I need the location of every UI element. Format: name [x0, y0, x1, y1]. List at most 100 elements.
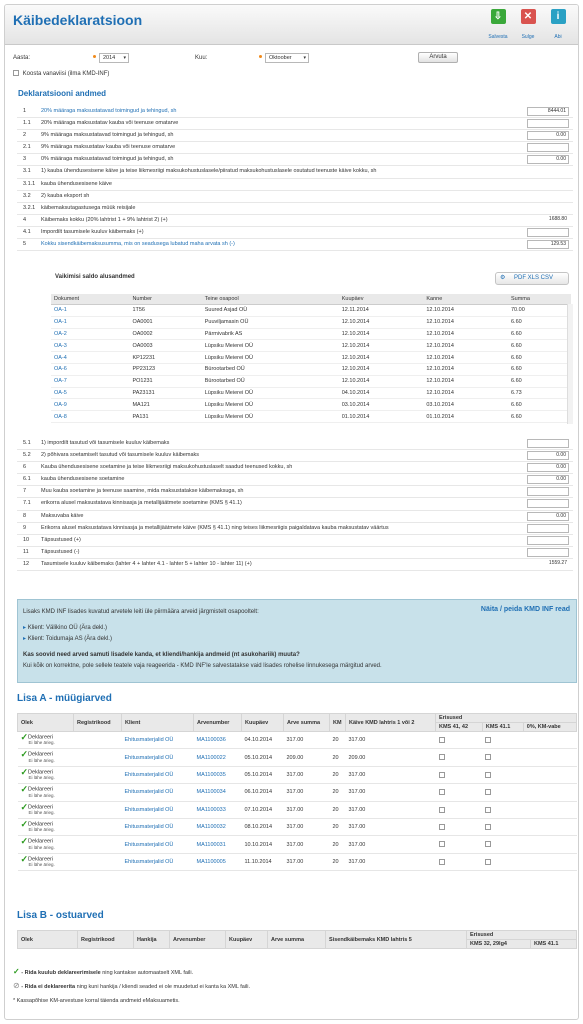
checkbox[interactable] — [485, 841, 492, 848]
client-link[interactable]: Ehitusmaterjalid OÜ — [121, 818, 194, 837]
row-value-field[interactable]: 0.00 — [527, 463, 569, 473]
table-row[interactable]: ✓Deklareeri Ei lähe ärieg. Ehitusmaterjali… — [17, 835, 577, 854]
document-link[interactable]: OA-8 — [51, 410, 130, 423]
col-header[interactable]: Summa — [508, 294, 571, 305]
table-row[interactable]: OA-9 MA121 Lüpsiku Meierei OÜ 03.10.2014 03.… — [51, 398, 571, 412]
kms-41-42-cell[interactable] — [435, 801, 483, 819]
document-link[interactable]: OA-6 — [51, 363, 130, 376]
kms-41-1-cell[interactable] — [482, 853, 524, 872]
save-button[interactable]: ⇩ Salvesta — [484, 9, 512, 40]
help-button[interactable]: i Abi — [544, 9, 572, 40]
document-link[interactable]: OA-4 — [51, 351, 130, 364]
document-link[interactable]: OA-3 — [51, 339, 130, 353]
kms-41-1-cell[interactable] — [482, 766, 524, 785]
checkbox[interactable] — [438, 823, 445, 830]
table-row[interactable]: ✓Deklareeri Ei lähe ärieg. Ehitusmaterjali… — [17, 766, 577, 785]
row-label[interactable]: 20% määraga maksustatavad toimingud ja t… — [41, 106, 513, 117]
client-item[interactable]: ▸ Klient: Välikino OÜ (Ära dekl.) — [23, 624, 107, 631]
row-value-field[interactable]: 0.00 — [527, 511, 569, 521]
invoice-link[interactable]: MA1100022 — [193, 748, 242, 767]
kms-41-42-cell[interactable] — [435, 835, 483, 854]
kms-41-42-cell[interactable] — [435, 853, 483, 872]
kms-41-1-cell[interactable] — [482, 801, 524, 819]
invoice-link[interactable]: MA1100031 — [193, 835, 242, 854]
row-value-field[interactable]: 0.00 — [527, 155, 569, 165]
row-value-field[interactable] — [527, 439, 569, 448]
invoice-link[interactable]: MA1100032 — [193, 818, 242, 837]
kms-41-42-cell[interactable] — [435, 766, 483, 785]
kms-41-1-cell[interactable] — [482, 783, 524, 802]
kms-41-1-cell[interactable] — [482, 731, 524, 750]
client-item[interactable]: ▸ Klient: Toidumaja AS (Ära dekl.) — [23, 635, 112, 642]
checkbox[interactable] — [485, 806, 492, 813]
document-link[interactable]: OA-7 — [51, 375, 130, 388]
checkbox[interactable] — [485, 771, 492, 778]
row-value-field[interactable] — [527, 487, 569, 497]
kms-41-42-cell[interactable] — [435, 783, 483, 802]
table-row[interactable]: OA-4 KP12231 Lüpsiku Meierei OÜ 12.10.2014 1… — [51, 351, 571, 364]
invoice-link[interactable]: MA1100005 — [193, 853, 242, 872]
row-value-field[interactable] — [527, 119, 569, 129]
month-select[interactable]: Oktoober ▾ — [265, 53, 309, 63]
table-row[interactable]: OA-5 PA23131 Lüpsiku Meierei OÜ 04.10.2014 1… — [51, 387, 571, 400]
table-row[interactable]: OA-6 PP23123 Bürootarbed OÜ 12.10.2014 12.10… — [51, 363, 571, 376]
row-value-field[interactable] — [527, 547, 569, 557]
table-row[interactable]: ✓Deklareeri Ei lähe ärieg. Ehitusmaterjali… — [17, 818, 577, 837]
calculate-button[interactable]: Arvuta — [418, 52, 458, 63]
checkbox[interactable] — [485, 736, 492, 743]
checkbox[interactable] — [438, 736, 445, 743]
invoice-link[interactable]: MA1100036 — [193, 731, 242, 750]
checkbox[interactable] — [438, 771, 445, 778]
no-kmd-option[interactable]: Koosta vanaviisi (ilma KMD-INF) — [13, 70, 109, 77]
checkbox[interactable] — [438, 754, 445, 761]
row-value-field[interactable]: 8444.01 — [527, 107, 569, 116]
col-header[interactable]: Kanne — [423, 294, 508, 305]
table-row[interactable]: ✓Deklareeri Ei lähe ärieg. Ehitusmaterjali… — [17, 748, 577, 767]
col-header[interactable]: Kuupäev — [338, 294, 424, 305]
kms-41-42-cell[interactable] — [435, 818, 483, 837]
table-row[interactable]: OA-2 OA0002 Pärmivabrik AS 12.10.2014 12.10.… — [51, 328, 571, 341]
no-kmd-checkbox[interactable] — [13, 70, 19, 76]
close-button[interactable]: ✕ Sulge — [514, 9, 542, 40]
client-link[interactable]: Ehitusmaterjalid OÜ — [121, 801, 194, 819]
col-header[interactable]: Number — [129, 294, 202, 305]
document-link[interactable]: OA-5 — [51, 387, 130, 400]
table-row[interactable]: OA-3 OA0003 Lüpsiku Meierei OÜ 12.10.2014 12… — [51, 339, 571, 353]
document-link[interactable]: OA-1 — [51, 316, 130, 329]
row-label[interactable]: Kokku sisendkäibemaksusumma, mis on sead… — [41, 239, 513, 250]
invoice-link[interactable]: MA1100035 — [193, 766, 242, 785]
kms-41-1-cell[interactable] — [482, 748, 524, 767]
checkbox[interactable] — [438, 789, 445, 796]
toggle-kmd-inf-link[interactable]: Näita / peida KMD INF read — [481, 606, 570, 613]
row-value-field[interactable] — [527, 523, 569, 533]
invoice-link[interactable]: MA1100034 — [193, 783, 242, 802]
kms-41-1-cell[interactable] — [482, 818, 524, 837]
row-value-field[interactable]: 0.00 — [527, 131, 569, 141]
row-value-field[interactable] — [527, 499, 569, 509]
table-row[interactable]: OA-8 PA131 Lüpsiku Meierei OÜ 01.10.2014 01.… — [51, 410, 571, 423]
kms-41-42-cell[interactable] — [435, 731, 483, 750]
client-link[interactable]: Ehitusmaterjalid OÜ — [121, 748, 194, 767]
client-link[interactable]: Ehitusmaterjalid OÜ — [121, 731, 194, 750]
client-link[interactable]: Ehitusmaterjalid OÜ — [121, 853, 194, 872]
row-value-field[interactable] — [527, 143, 569, 153]
saldo-scrollbar[interactable] — [567, 304, 573, 424]
checkbox[interactable] — [485, 823, 492, 830]
document-link[interactable]: OA-2 — [51, 328, 130, 341]
checkbox[interactable] — [438, 806, 445, 813]
row-value-field[interactable]: 129.53 — [527, 240, 569, 250]
checkbox[interactable] — [438, 858, 445, 865]
document-link[interactable]: OA-1 — [51, 304, 130, 317]
checkbox[interactable] — [485, 858, 492, 865]
export-buttons[interactable]: ⚙ PDF XLS CSV — [495, 272, 569, 285]
row-value-field[interactable] — [527, 535, 569, 545]
kms-41-1-cell[interactable] — [482, 835, 524, 854]
checkbox[interactable] — [485, 754, 492, 761]
col-header[interactable]: Dokument — [51, 294, 130, 305]
table-row[interactable]: ✓Deklareeri Ei lähe ärieg. Ehitusmaterjali… — [17, 731, 577, 750]
row-value-field[interactable]: 0.00 — [527, 475, 569, 485]
table-row[interactable]: OA-7 PO1231 Bürootarbed OÜ 12.10.2014 12.10.… — [51, 375, 571, 388]
table-row[interactable]: OA-1 OA0001 Puuviljamasin OÜ 12.10.2014 12.1… — [51, 316, 571, 329]
invoice-link[interactable]: MA1100033 — [193, 801, 242, 819]
kms-41-42-cell[interactable] — [435, 748, 483, 767]
